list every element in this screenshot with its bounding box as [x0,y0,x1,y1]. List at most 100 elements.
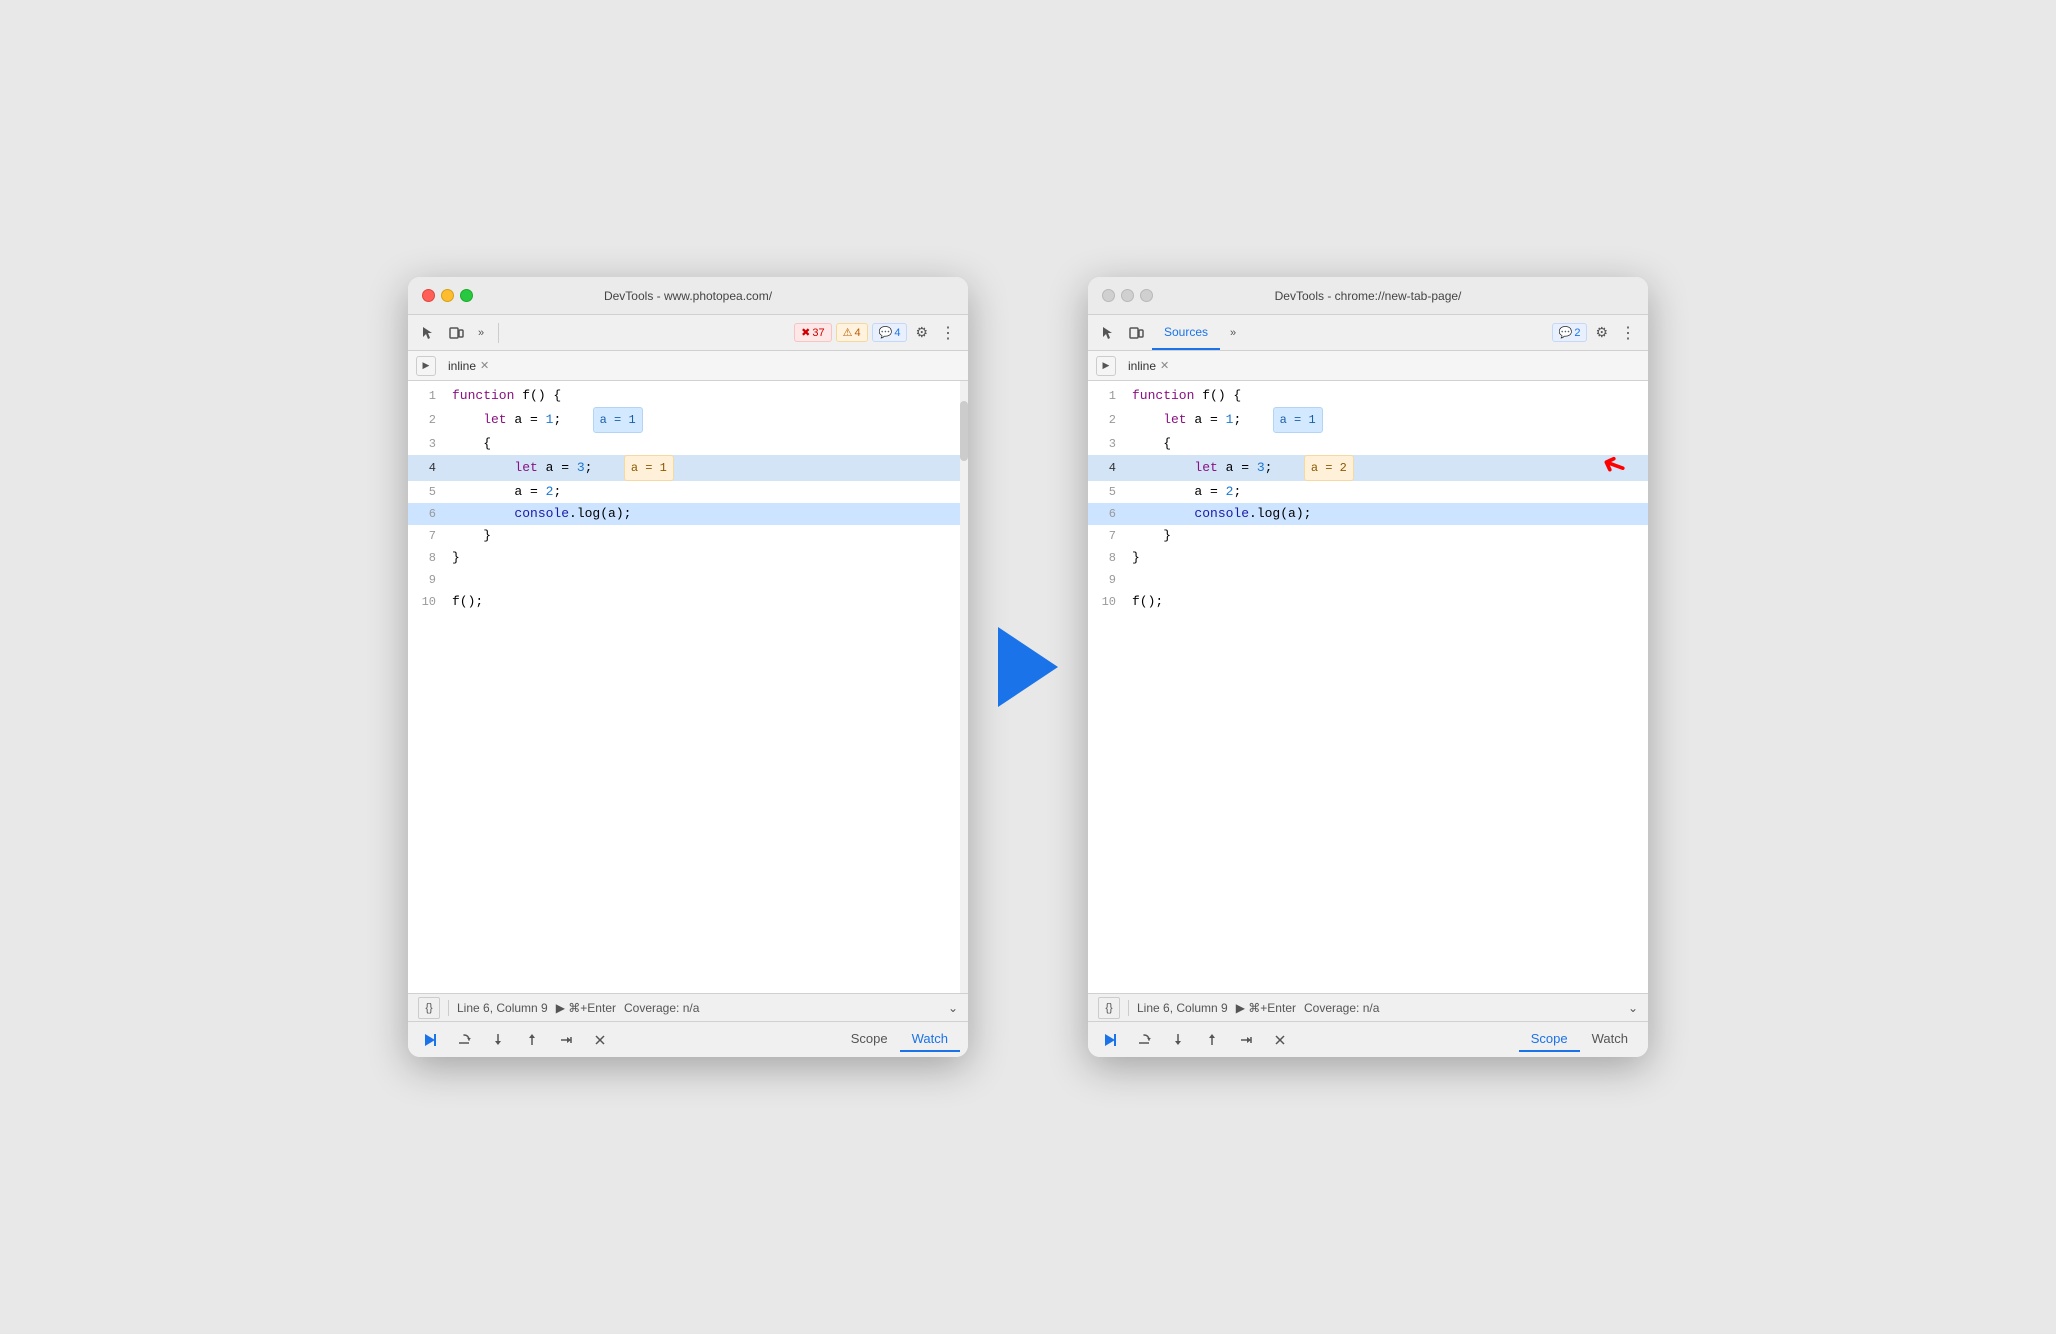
right-file-tab-label: inline [1128,359,1156,373]
step-button[interactable] [552,1026,580,1054]
step-into-button[interactable] [484,1026,512,1054]
right-code-editor[interactable]: 1 function f() { 2 let a = 1; a = 1 3 { [1088,381,1648,993]
right-coverage: Coverage: n/a [1304,1001,1379,1015]
left-file-tab-inline[interactable]: inline ✕ [440,357,497,375]
left-line-num-8: 8 [408,547,448,569]
left-run-hint: ▶ ⌘+Enter [556,1001,616,1015]
left-line-num-9: 9 [408,569,448,591]
left-debug-toolbar: Scope Watch [408,1021,968,1057]
close-button[interactable] [422,289,435,302]
toolbar-badges: ✖ 37 ⚠ 4 💬 4 [794,323,907,342]
right-settings-icon[interactable]: ⚙ [1591,320,1612,345]
left-line-6: 6 console.log(a); [408,503,968,525]
left-scope-tab[interactable]: Scope [839,1027,900,1052]
traffic-lights [422,289,473,302]
maximize-button[interactable] [460,289,473,302]
left-file-tab-close[interactable]: ✕ [480,359,489,372]
right-step-out-button[interactable] [1198,1026,1226,1054]
left-line-5: 5 a = 2; [408,481,968,503]
right-watch-tab[interactable]: Watch [1580,1027,1640,1052]
left-line-4: 4 let a = 3; a = 1 [408,455,968,481]
left-line-2: 2 let a = 1; a = 1 [408,407,968,433]
right-format-button[interactable]: {} [1098,997,1120,1019]
right-step-over-button[interactable] [1130,1026,1158,1054]
right-minimize-button[interactable] [1121,289,1134,302]
left-line-content-9 [448,569,968,591]
left-line-content-10: f(); [448,591,968,613]
right-traffic-lights [1102,289,1153,302]
right-maximize-button[interactable] [1140,289,1153,302]
warning-badge[interactable]: ⚠ 4 [836,323,868,342]
minimize-button[interactable] [441,289,454,302]
right-close-button[interactable] [1102,289,1115,302]
right-run-snippet-button[interactable]: ▶ [1096,356,1116,376]
left-line-num-2: 2 [408,407,448,433]
right-line-num-1: 1 [1088,385,1128,407]
status-sep-1 [448,1000,449,1016]
left-code-area-wrapper: 1 function f() { 2 let a = 1; a = 1 3 { [408,381,968,993]
right-more-tabs-button[interactable]: » [1224,325,1242,341]
resume-button[interactable] [416,1026,444,1054]
left-code-lines: 1 function f() { 2 let a = 1; a = 1 3 { [408,381,968,617]
left-line-content-5: a = 2; [448,481,968,503]
right-file-tab-inline[interactable]: inline ✕ [1120,357,1177,375]
right-messages-icon: 💬 [1559,326,1573,339]
right-cursor-icon[interactable] [1096,321,1120,345]
right-resume-button[interactable] [1096,1026,1124,1054]
left-coverage: Coverage: n/a [624,1001,699,1015]
right-scope-tab[interactable]: Scope [1519,1027,1580,1052]
right-debug-tab-group: Scope Watch [1519,1027,1640,1052]
left-code-editor[interactable]: 1 function f() { 2 let a = 1; a = 1 3 { [408,381,968,993]
right-line-content-8: } [1128,547,1648,569]
device-icon[interactable] [444,321,468,345]
right-device-icon[interactable] [1124,321,1148,345]
left-scrollbar-thumb[interactable] [960,401,968,461]
right-code-lines: 1 function f() { 2 let a = 1; a = 1 3 { [1088,381,1648,617]
left-line-content-1: function f() { [448,385,968,407]
right-messages-badge[interactable]: 💬 2 [1552,323,1588,342]
info-count: 4 [894,327,900,339]
right-line-num-4: 4 [1088,455,1128,481]
right-position-text: Line 6, Column 9 [1137,1001,1228,1015]
info-badge[interactable]: 💬 4 [872,323,908,342]
right-step-into-button[interactable] [1164,1026,1192,1054]
left-scrollbar-track[interactable] [960,381,968,993]
left-line-3: 3 { [408,433,968,455]
right-deactivate-button[interactable] [1266,1026,1294,1054]
right-messages-count: 2 [1574,327,1580,339]
right-step-button[interactable] [1232,1026,1260,1054]
step-out-button[interactable] [518,1026,546,1054]
more-tabs-button[interactable]: » [472,325,490,341]
right-devtools-window: DevTools - chrome://new-tab-page/ Source… [1088,277,1648,1057]
right-debug-toolbar: Scope Watch [1088,1021,1648,1057]
right-line-10: 10 f(); [1088,591,1648,613]
right-more-options-icon[interactable]: ⋮ [1616,319,1640,347]
left-watch-tab[interactable]: Watch [900,1027,960,1052]
right-line-num-8: 8 [1088,547,1128,569]
deactivate-button[interactable] [586,1026,614,1054]
error-badge[interactable]: ✖ 37 [794,323,831,342]
more-options-icon[interactable]: ⋮ [936,319,960,347]
right-line-num-3: 3 [1088,433,1128,455]
left-line-8: 8 } [408,547,968,569]
right-status-chevron[interactable]: ⌄ [1628,1001,1638,1015]
format-button[interactable]: {} [418,997,440,1019]
right-file-tab-close[interactable]: ✕ [1160,359,1169,372]
warning-count: 4 [854,327,860,339]
right-line-content-5: a = 2; [1128,481,1648,503]
left-devtools-toolbar: » ✖ 37 ⚠ 4 💬 4 ⚙ ⋮ [408,315,968,351]
right-sources-tab[interactable]: Sources [1152,315,1220,350]
left-line-1: 1 function f() { [408,385,968,407]
right-line-content-7: } [1128,525,1648,547]
settings-icon[interactable]: ⚙ [911,320,932,345]
step-over-button[interactable] [450,1026,478,1054]
toolbar-separator-1 [498,323,499,343]
left-line-content-4: let a = 3; a = 1 [448,455,968,481]
run-snippet-button[interactable]: ▶ [416,356,436,376]
right-devtools-toolbar: Sources » 💬 2 ⚙ ⋮ [1088,315,1648,351]
left-devtools-window: DevTools - www.photopea.com/ » ✖ 37 [408,277,968,1057]
left-debug-tab-group: Scope Watch [839,1027,960,1052]
status-chevron[interactable]: ⌄ [948,1001,958,1015]
info-icon: 💬 [879,326,893,339]
cursor-icon[interactable] [416,321,440,345]
